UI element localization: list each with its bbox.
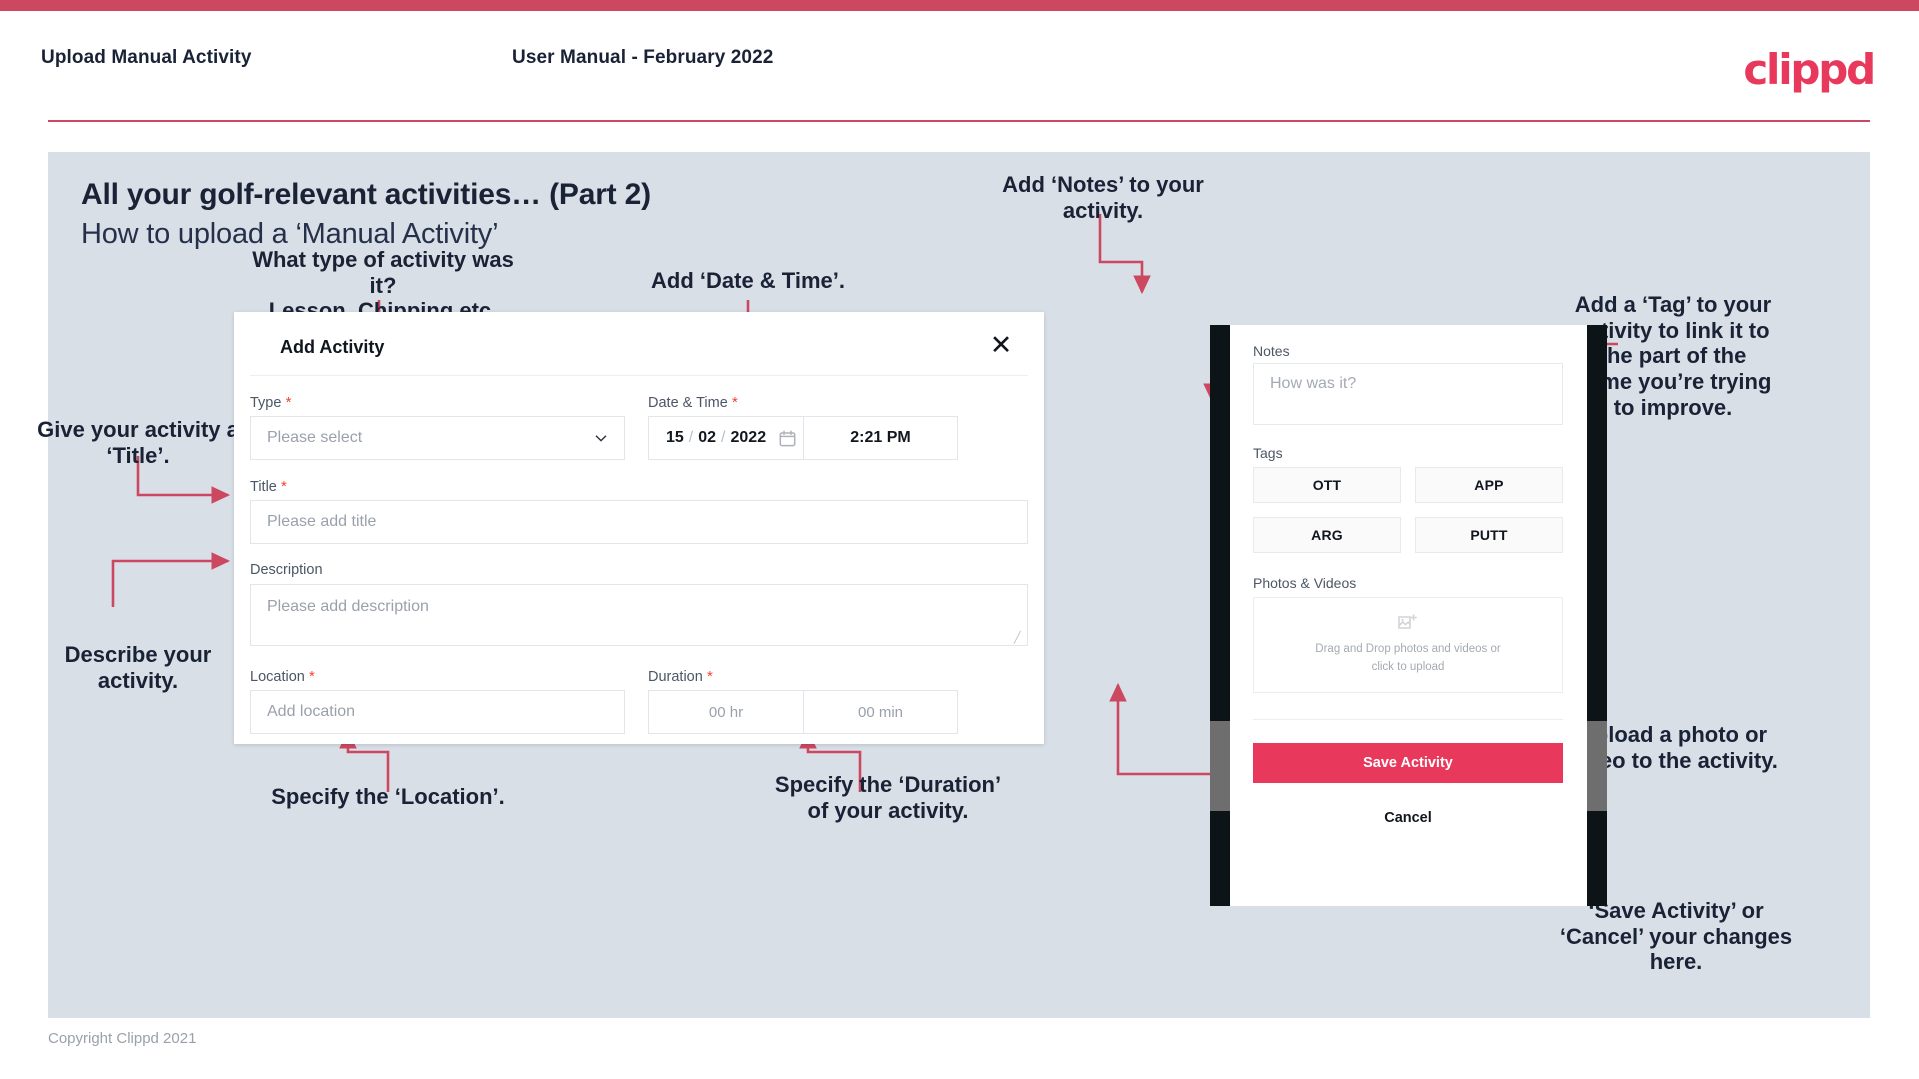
required-marker: *	[281, 394, 292, 411]
datetime-label-text: Date & Time	[648, 395, 728, 411]
phone-scroll-thumb-left	[1210, 721, 1230, 811]
phone-screen: Notes How was it? Tags OTT APP ARG PUTT …	[1230, 325, 1587, 906]
phone-divider	[1253, 719, 1563, 720]
date-separator-1: /	[688, 429, 694, 446]
tags-label: Tags	[1253, 445, 1283, 461]
resize-handle-icon[interactable]: ╱	[1014, 633, 1024, 644]
required-marker: *	[304, 668, 315, 685]
duration-label-text: Duration	[648, 669, 703, 685]
slide-canvas: All your golf-relevant activities… (Part…	[37, 152, 1870, 1018]
location-placeholder: Add location	[267, 703, 356, 720]
dropzone-line2: click to upload	[1371, 660, 1445, 673]
photo-dropzone[interactable]: Drag and Drop photos and videos or click…	[1253, 597, 1563, 693]
type-select[interactable]: Please select	[250, 416, 625, 460]
annotation-location: Specify the ‘Location’.	[271, 784, 505, 809]
duration-field: 00 hr 00 min	[648, 690, 958, 734]
annotation-datetime: Add ‘Date & Time’.	[651, 268, 845, 293]
top-accent-bar	[0, 0, 1919, 11]
date-year: 2022	[730, 429, 767, 446]
chevron-down-icon	[595, 435, 607, 442]
datetime-field: 15 / 02 / 2022 2:21 PM	[648, 416, 958, 460]
type-label-text: Type	[250, 395, 282, 411]
header-divider	[48, 120, 1870, 122]
page-header: Upload Manual Activity User Manual - Feb…	[0, 11, 1919, 121]
tag-arg-label: ARG	[1311, 527, 1343, 543]
description-label-text: Description	[250, 562, 323, 578]
description-textarea[interactable]: Please add description ╱	[250, 584, 1028, 646]
phone-scroll-thumb-right	[1587, 721, 1607, 811]
phone-frame-right	[1587, 325, 1607, 906]
annotation-notes: Add ‘Notes’ to your activity.	[1002, 172, 1204, 223]
dialog-divider	[250, 375, 1028, 376]
duration-label: Duration *	[648, 668, 713, 685]
location-label-text: Location	[250, 669, 305, 685]
title-label: Title *	[250, 478, 287, 495]
time-value: 2:21 PM	[850, 429, 911, 446]
notes-placeholder: How was it?	[1270, 375, 1357, 392]
annotation-title: Give your activity a ‘Title’.	[37, 417, 239, 468]
duration-minutes-value: 00 min	[857, 703, 904, 721]
title-placeholder: Please add title	[267, 513, 377, 530]
tag-putt-label: PUTT	[1470, 527, 1508, 543]
add-activity-dialog: Add Activity ✕ Type * Please select Date…	[234, 312, 1044, 744]
phone-frame-left	[1210, 325, 1230, 906]
header-subtitle: User Manual - February 2022	[512, 47, 774, 68]
annotation-save: ‘Save Activity’ or ‘Cancel’ your changes…	[1559, 898, 1793, 975]
slide-title: All your golf-relevant activities… (Part…	[81, 178, 651, 211]
cancel-label: Cancel	[1384, 810, 1432, 826]
notes-textarea[interactable]: How was it?	[1253, 363, 1563, 425]
cancel-button[interactable]: Cancel	[1253, 802, 1563, 834]
time-input[interactable]: 2:21 PM	[803, 416, 958, 460]
dropzone-line1: Drag and Drop photos and videos or	[1315, 643, 1501, 656]
photos-label: Photos & Videos	[1253, 575, 1357, 591]
location-input[interactable]: Add location	[250, 690, 625, 734]
required-marker: *	[727, 394, 738, 411]
duration-minutes-input[interactable]: 00 min	[803, 690, 958, 734]
date-month: 02	[698, 429, 717, 446]
description-placeholder: Please add description	[267, 598, 429, 615]
clippd-logo: clippd	[1743, 45, 1876, 94]
notes-label: Notes	[1253, 343, 1290, 359]
save-activity-label: Save Activity	[1363, 755, 1453, 771]
required-marker: *	[702, 668, 713, 685]
location-label: Location *	[250, 668, 315, 685]
tag-putt[interactable]: PUTT	[1415, 517, 1563, 553]
add-image-icon	[1398, 614, 1417, 630]
date-separator-2: /	[721, 429, 726, 446]
duration-hours-value: 00 hr	[708, 703, 744, 721]
description-label: Description	[250, 562, 323, 578]
footer-copyright: Copyright Clippd 2021	[48, 1030, 197, 1047]
title-input[interactable]: Please add title	[250, 500, 1028, 544]
tag-arg[interactable]: ARG	[1253, 517, 1401, 553]
tag-app-label: APP	[1474, 477, 1504, 493]
calendar-icon[interactable]	[779, 430, 796, 447]
page-title: Upload Manual Activity	[41, 47, 252, 68]
tag-app[interactable]: APP	[1415, 467, 1563, 503]
date-input[interactable]: 15 / 02 / 2022	[648, 416, 803, 460]
date-day: 15	[666, 429, 684, 446]
required-marker: *	[276, 478, 287, 495]
tag-ott[interactable]: OTT	[1253, 467, 1401, 503]
duration-hours-input[interactable]: 00 hr	[648, 690, 803, 734]
datetime-label: Date & Time *	[648, 394, 738, 411]
title-label-text: Title	[250, 479, 277, 495]
close-icon[interactable]: ✕	[986, 330, 1016, 360]
type-placeholder: Please select	[267, 429, 363, 446]
type-label: Type *	[250, 394, 291, 411]
dialog-title: Add Activity	[280, 337, 385, 357]
save-activity-button[interactable]: Save Activity	[1253, 743, 1563, 783]
phone-mockup: Notes How was it? Tags OTT APP ARG PUTT …	[1210, 325, 1607, 906]
tag-ott-label: OTT	[1312, 477, 1342, 493]
annotation-description: Describe your activity.	[64, 642, 212, 693]
annotation-duration: Specify the ‘Duration’ of your activity.	[774, 772, 1002, 823]
